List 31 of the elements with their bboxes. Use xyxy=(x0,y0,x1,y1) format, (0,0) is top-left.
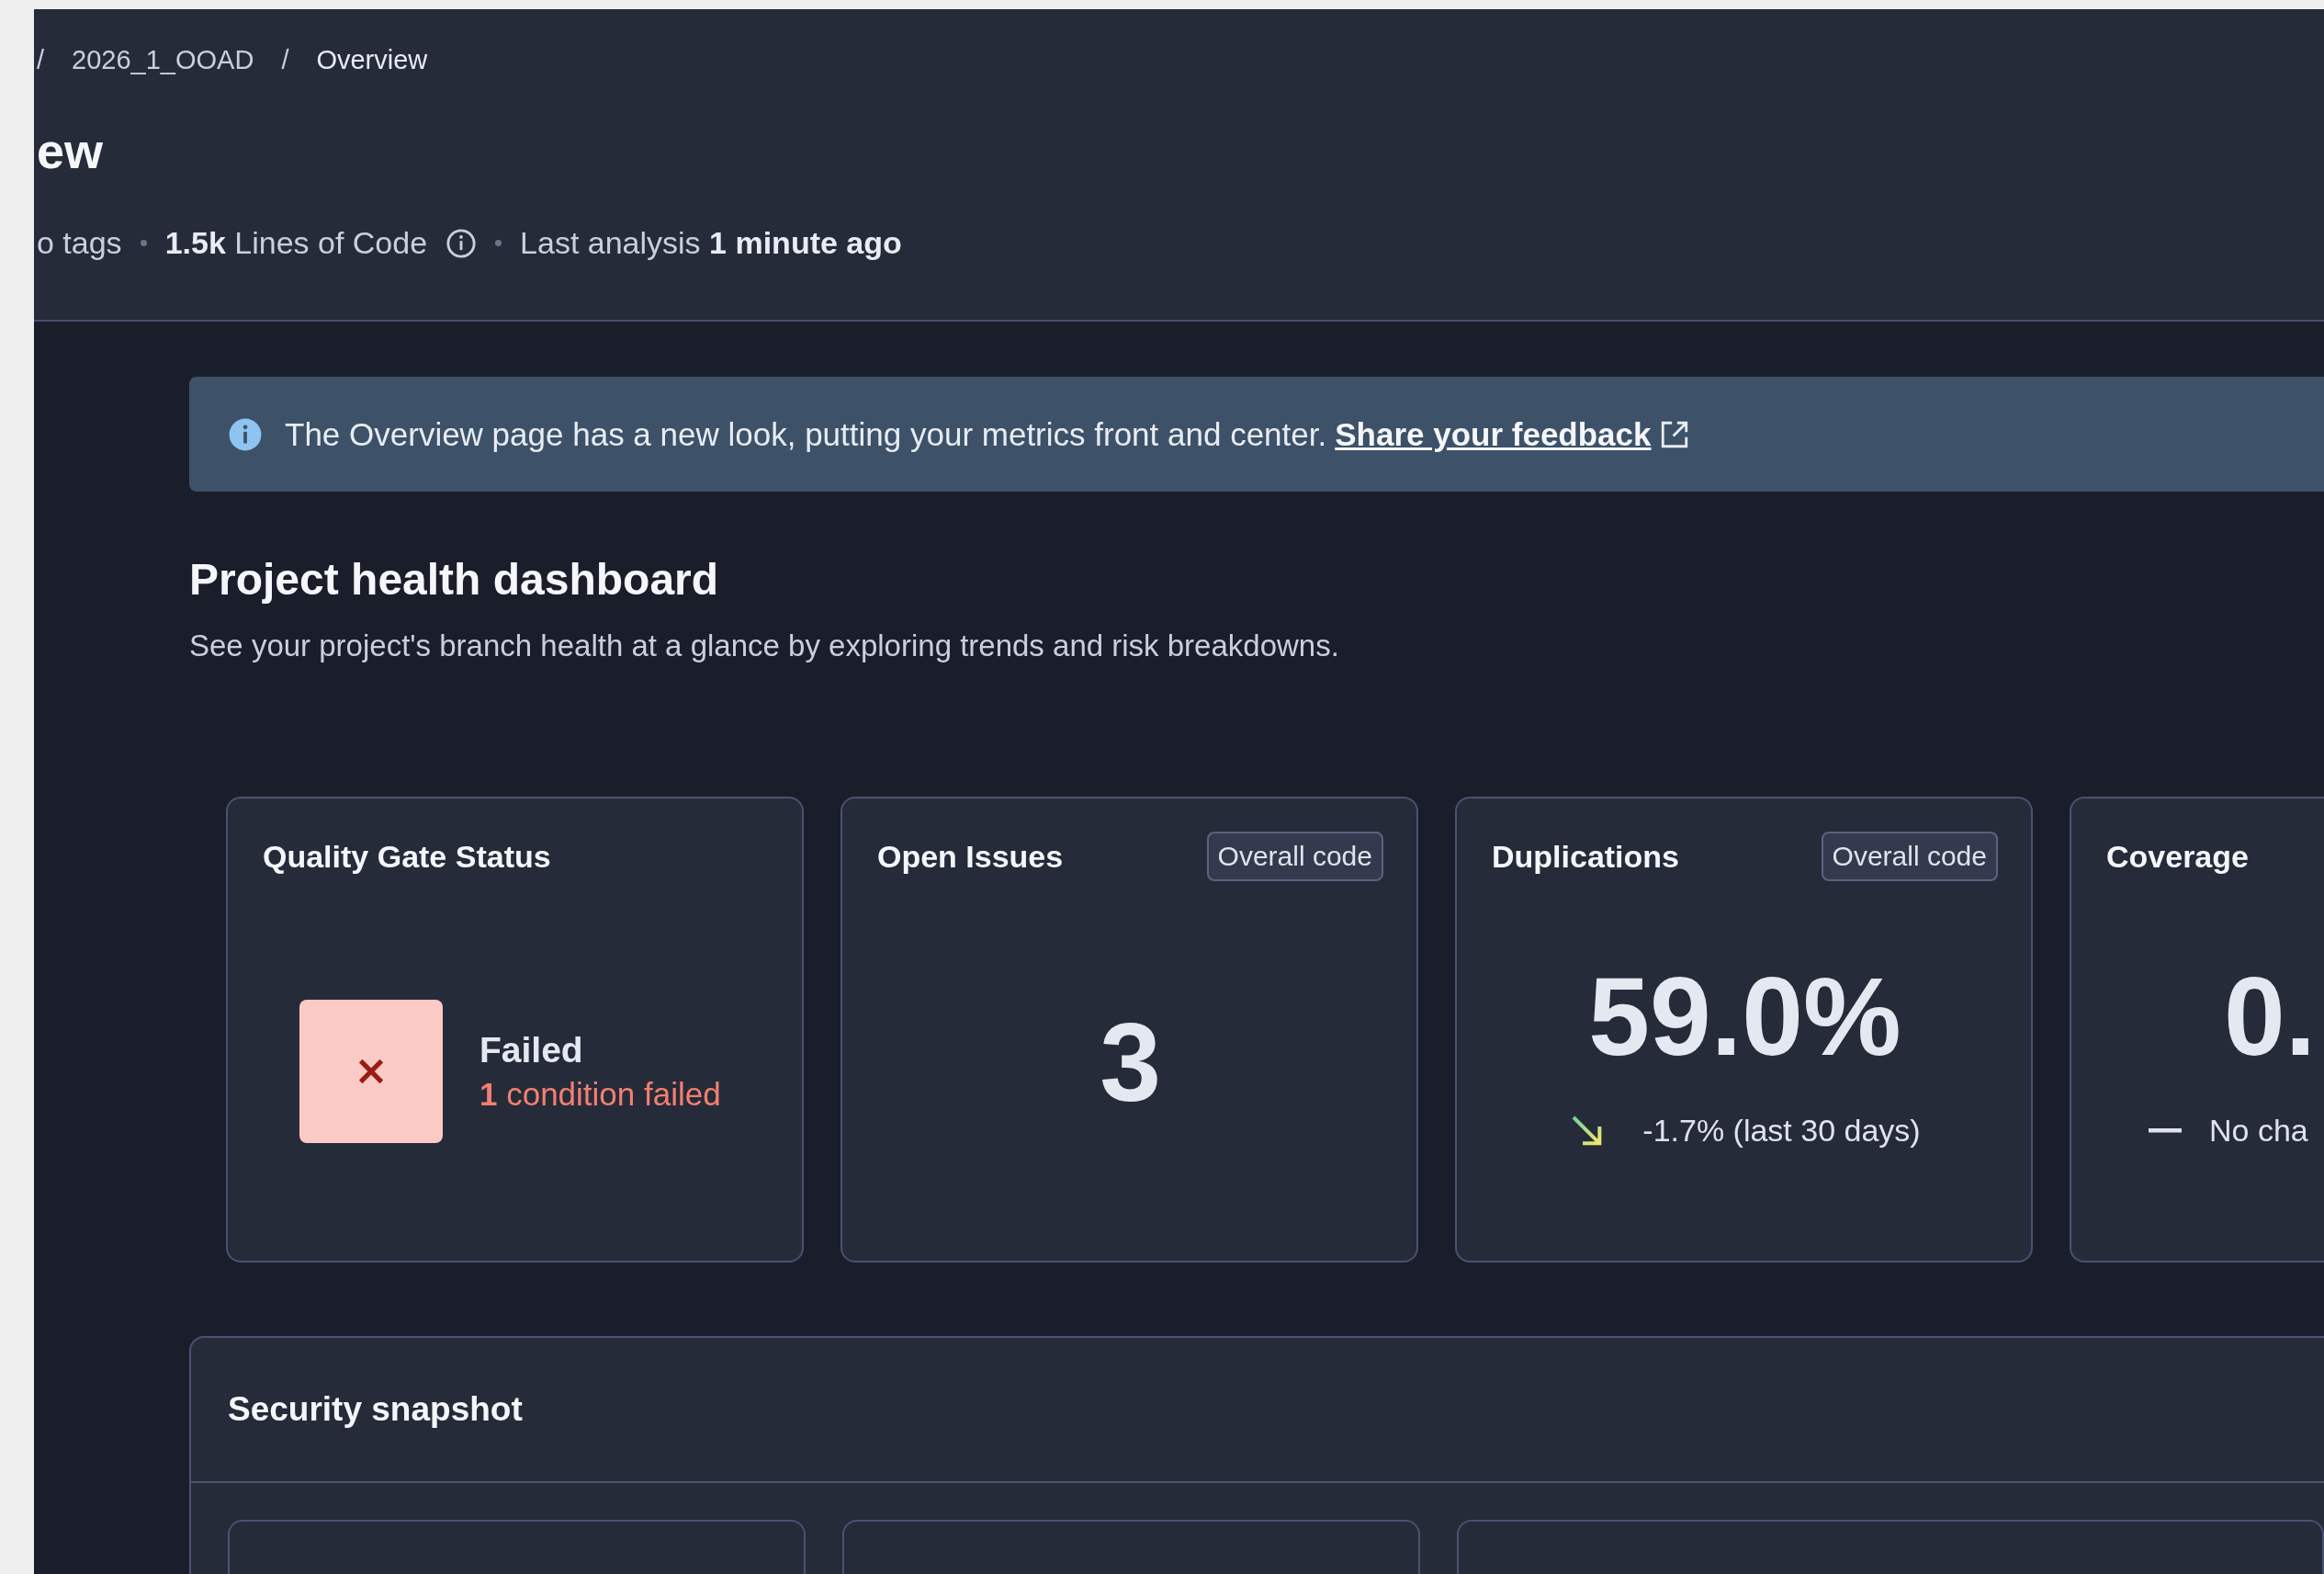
breadcrumb-separator: / xyxy=(281,44,289,75)
card-title: Open Issues xyxy=(877,838,1064,875)
scope-tag: Overall code xyxy=(1206,832,1383,881)
breadcrumb-link[interactable]: 2026_1_OOAD xyxy=(72,44,254,75)
separator-dot xyxy=(495,240,502,246)
breadcrumb-current: Overview xyxy=(316,44,428,75)
last-analysis: Last analysis 1 minute ago xyxy=(520,225,902,261)
card-title: Duplications xyxy=(1492,838,1680,875)
banner-text: The Overview page has a new look, putting your metrics front and center. xyxy=(285,415,1327,453)
info-icon xyxy=(228,416,263,452)
metric-value: 3 xyxy=(1100,1002,1161,1122)
panel-title: Security snapshot xyxy=(228,1390,523,1429)
metric-value: 0. xyxy=(2224,957,2317,1076)
card-title: Quality Gate Status xyxy=(263,838,551,875)
card-title: Coverage xyxy=(2106,838,2249,875)
status-detail: 1 condition failed xyxy=(479,1075,721,1113)
trend-text: -1.7% (last 30 days) xyxy=(1642,1113,1921,1149)
trend-text: No cha xyxy=(2209,1113,2308,1149)
separator-dot xyxy=(140,240,147,246)
feedback-link[interactable]: Share your feedback xyxy=(1335,415,1652,453)
dash-icon xyxy=(2149,1127,2182,1134)
section-title: Project health dashboard xyxy=(189,554,720,606)
section-description: See your project's branch health at a glance by exploring trends and risk breakdowns. xyxy=(189,628,1340,664)
metric-value: 59.0% xyxy=(1588,956,1901,1076)
status-label: Failed xyxy=(479,1029,584,1070)
info-icon[interactable] xyxy=(446,227,478,259)
lines-of-code: 1.5k Lines of Code xyxy=(164,225,428,261)
page-title: ew xyxy=(37,122,105,179)
scope-tag: Overall code xyxy=(1821,832,1998,881)
tags-label: o tags xyxy=(37,225,122,261)
breadcrumb-separator: / xyxy=(37,44,45,75)
